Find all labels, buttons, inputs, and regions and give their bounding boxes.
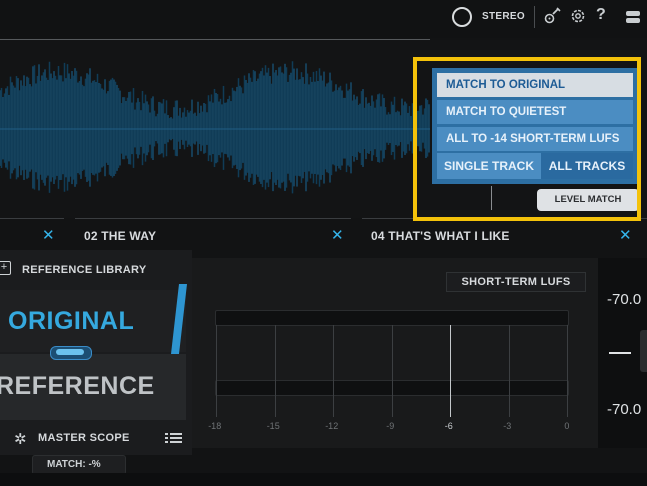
meter-gridline bbox=[567, 325, 568, 417]
track-slot-1[interactable]: ✕ bbox=[0, 218, 64, 249]
readout-divider bbox=[609, 352, 631, 354]
meter-tick-label: -3 bbox=[503, 421, 512, 431]
stereo-label[interactable]: STEREO bbox=[482, 11, 525, 22]
readout-handle[interactable] bbox=[640, 330, 647, 372]
original-label[interactable]: ORIGINAL bbox=[8, 307, 134, 336]
original-meter-bar bbox=[215, 310, 569, 326]
selection-indicator bbox=[171, 284, 187, 354]
readout-top-value: -70.0 bbox=[607, 291, 642, 308]
master-scope-label[interactable]: MASTER SCOPE bbox=[38, 432, 130, 444]
meter-tick-label: 0 bbox=[564, 421, 570, 431]
track-name: 04 THAT'S WHAT I LIKE bbox=[371, 229, 510, 243]
meter-tick-label: -15 bbox=[266, 421, 280, 431]
meter-gridline bbox=[274, 325, 276, 417]
meter-gridline bbox=[216, 325, 217, 417]
plus-box-icon[interactable]: + bbox=[0, 261, 11, 275]
reference-library-label[interactable]: REFERENCE LIBRARY bbox=[22, 264, 146, 276]
track-name: 02 THE WAY bbox=[84, 229, 157, 243]
meter-gridline bbox=[508, 325, 510, 417]
meter-tick-label: -12 bbox=[325, 421, 339, 431]
track-slot-2[interactable]: 02 THE WAY ✕ bbox=[75, 218, 351, 249]
meter-gridline bbox=[391, 325, 393, 417]
toggle-indicator bbox=[56, 349, 84, 355]
meter-tick-label: -18 bbox=[208, 421, 222, 431]
readout-bottom-value: -70.0 bbox=[607, 401, 642, 418]
menu-icon[interactable] bbox=[625, 9, 641, 25]
gear-icon[interactable] bbox=[569, 7, 587, 25]
scope-icon[interactable]: ✲ bbox=[14, 430, 27, 448]
track-slot-3[interactable]: 04 THAT'S WHAT I LIKE ✕ bbox=[362, 218, 647, 249]
close-icon[interactable]: ✕ bbox=[619, 226, 632, 244]
reference-label[interactable]: REFERENCE bbox=[0, 372, 155, 401]
list-icon[interactable] bbox=[163, 429, 185, 447]
track-slots: ✕ 02 THE WAY ✕ 04 THAT'S WHAT I LIKE ✕ bbox=[0, 218, 647, 248]
meter-mode-selector[interactable]: SHORT-TERM LUFS bbox=[446, 272, 586, 292]
help-icon[interactable]: ? bbox=[596, 6, 606, 24]
meter-gridline bbox=[450, 325, 451, 417]
highlight-outline bbox=[413, 57, 641, 221]
guitar-icon[interactable] bbox=[543, 7, 561, 25]
stereo-toggle-icon[interactable] bbox=[452, 7, 472, 27]
meter-tick-label: -6 bbox=[444, 421, 453, 431]
close-icon[interactable]: ✕ bbox=[331, 226, 344, 244]
bottom-strip bbox=[0, 473, 647, 486]
match-value: MATCH: -% bbox=[47, 459, 101, 470]
meter-gridline bbox=[333, 325, 334, 417]
close-icon[interactable]: ✕ bbox=[42, 226, 55, 244]
toolbar-divider bbox=[534, 6, 535, 28]
meter-tick-label: -9 bbox=[386, 421, 395, 431]
